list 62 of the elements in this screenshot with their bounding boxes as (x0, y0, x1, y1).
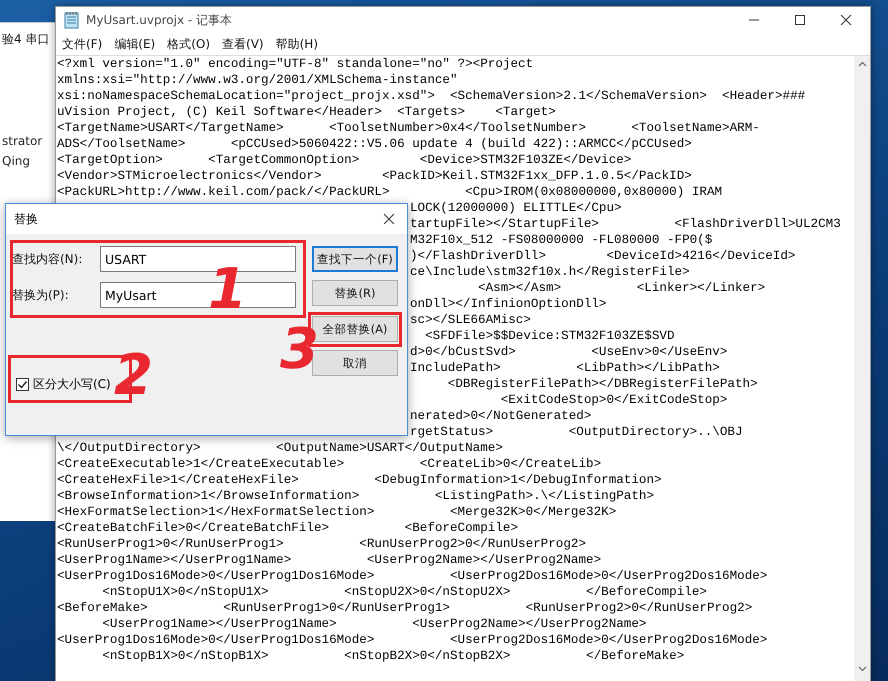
text-line: rgetStatus> <OutputDirectory>..\OBJ (410, 425, 743, 439)
text-line: <ExitCodeStop>0</ExitCodeStop> (500, 393, 728, 407)
text-line: <BrowseInformation>1</BrowseInformation> <ListingPath>.\</ListingPath> (57, 489, 654, 503)
text-line: <HexFormatSelection>1</HexFormatSelection> <Merge32K>0</Merge32K> (57, 505, 616, 519)
text-line: onDll></InfinionOptionDll> (410, 297, 606, 311)
text-line: uVision Project, (C) Keil Software</Header> <Targets> <Target> (57, 105, 556, 119)
text-line: <TargetOption> <TargetCommonOption> <Device>STM32F103ZE</Device> (57, 153, 632, 167)
text-line: tartupFile></StartupFile> <FlashDriverDll>UL2CM3 (410, 217, 841, 231)
text-line: sc></SLE66AMisc> (410, 313, 531, 327)
scroll-down-icon[interactable] (858, 666, 866, 672)
text-line: <BeforeMake> <RunUserProg1>0</RunUserProg1> <RunUserProg2>0</RunUserProg2> (57, 601, 752, 615)
text-line: <UserProg1Name></UserProg1Name> <UserProg2Name></UserProg2Name> (57, 553, 602, 567)
text-line: <CreateBatchFile>0</CreateBatchFile> <BeforeCompile> (57, 521, 518, 535)
window-title: 验4 串口 (2, 31, 50, 48)
text-line: <TargetName>USART</TargetName> <ToolsetNumber>0x4</ToolsetNumber> <ToolsetName>ARM- (57, 121, 760, 135)
text-line: xsi:noNamespaceSchemaLocation="project_projx.xsd"> <SchemaVersion>2.1</SchemaVersion> <Header>### (57, 89, 806, 103)
text-line: xmlns:xsi="http://www.w3.org/2001/XMLSchema-instance" (57, 73, 458, 87)
text-line: LOCK(12000000) ELITTLE</Cpu> (410, 201, 622, 215)
close-icon[interactable] (840, 14, 852, 26)
dialog-button[interactable]: 查找下一个(F) (312, 246, 398, 272)
checkbox-label: 区分大小写(C) (33, 376, 111, 393)
text-line: <PackURL>http://www.keil.com/pack/</PackURL> <Cpu>IROM(0x08000000,0x80000) IRAM (57, 185, 722, 199)
text-line: <RunUserProg1>0</RunUserProg1> <RunUserProg2>0</RunUserProg2> (57, 537, 586, 551)
menu-item[interactable]: 编辑(E) (114, 36, 156, 52)
text-line: <UserProg1Dos16Mode>0</UserProg1Dos16Mode> <UserProg2Dos16Mode>0</UserProg2Dos16Mode> (57, 569, 768, 583)
maximize-icon[interactable] (794, 14, 806, 26)
notepad-icon (64, 11, 80, 29)
list-item-text: Qing (2, 154, 32, 168)
dialog-title: 替换 (14, 210, 38, 228)
checkbox[interactable] (16, 378, 29, 391)
close-icon[interactable] (383, 213, 395, 225)
text-line: <CreateHexFile>1</CreateHexFile> <DebugInformation>1</DebugInformation> (57, 473, 662, 487)
text-line: M32F10x_512 -FS08000000 -FL080000 -FP0($ (410, 233, 712, 247)
text-line: IncludePath> <LibPath></LibPath> (410, 361, 720, 375)
window-title: MyUsart.uvprojx - 记事本 (86, 12, 232, 28)
text-line: \</OutputDirectory> <OutputName>USART</OutputName> (57, 441, 503, 455)
field-label: 替换为(P): (12, 286, 70, 304)
menu-item[interactable]: 文件(F) (62, 36, 102, 52)
text-line: d>0</bCustSvd> <UseEnv>0</UseEnv> (410, 345, 728, 359)
text-line: <Vendor>STMicroelectronics</Vendor> <PackID>Keil.STM32F1xx_DFP.1.0.5</PackID> (57, 169, 692, 183)
menu-item[interactable]: 格式(O) (167, 36, 210, 52)
scroll-up-icon[interactable] (858, 61, 866, 67)
menu-item[interactable]: 查看(V) (222, 36, 264, 52)
text-line: <?xml version="1.0" encoding="UTF-8" standalone="no" ?><Project (57, 57, 534, 71)
scrollbar[interactable] (854, 56, 870, 681)
text-line: <UserProg1Name></UserProg1Name> <UserProg2Name></UserProg2Name> (101, 617, 646, 631)
text-line: <UserProg1Dos16Mode>0</UserProg1Dos16Mode> <UserProg2Dos16Mode>0</UserProg2Dos16Mode> (57, 633, 768, 647)
text-line: <nStopB1X>0</nStopB1X> <nStopB2X>0</nStopB2X> </BeforeMake> (101, 649, 684, 663)
list-item-text: strator (2, 134, 44, 148)
dialog-button[interactable]: 替换(R) (312, 280, 398, 306)
text-line: ADS</ToolsetName> <pCCUsed>5060422::V5.06 update 4 (build 422)::ARMCC</pCCUsed> (57, 137, 692, 151)
text-line: )</FlashDriverDll> <DeviceId>4216</DeviceId> (410, 249, 796, 263)
text-line: nerated>0</NotGenerated> (410, 409, 592, 423)
field-label: 查找内容(N): (12, 250, 84, 268)
text-line: ce\Include\stm32f10x.h</RegisterFile> (410, 265, 690, 279)
text-line: <CreateExecutable>1</CreateExecutable> <CreateLib>0</CreateLib> (57, 457, 602, 471)
menu-item[interactable]: 帮助(H) (276, 36, 318, 52)
dialog-button[interactable]: 取消 (312, 350, 398, 376)
text-line: <Asm></Asm> <Linker></Linker> (477, 281, 766, 295)
text-line: <DBRegisterFilePath></DBRegisterFilePath> (446, 377, 758, 391)
text-line: <nStopU1X>0</nStopU1X> <nStopU2X>0</nStopU2X> </BeforeCompile> (101, 585, 707, 599)
text-line: <SFDFile>$$Device:STM32F103ZE$SVD (424, 329, 675, 343)
